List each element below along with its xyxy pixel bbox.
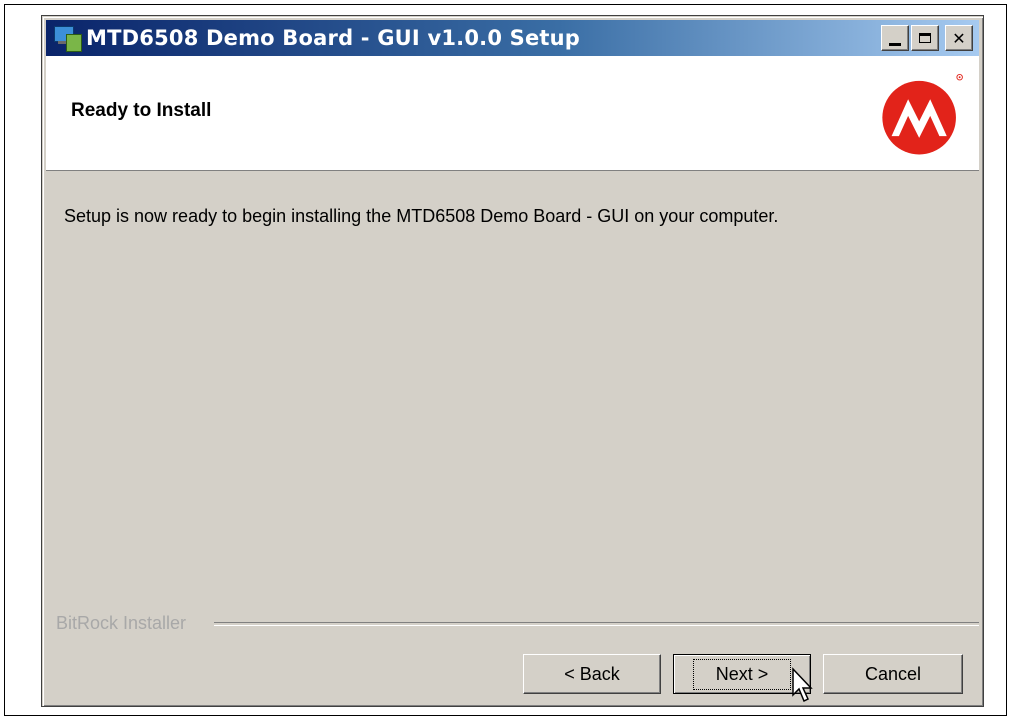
ready-message: Setup is now ready to begin installing t… <box>64 206 779 226</box>
window-title: MTD6508 Demo Board - GUI v1.0.0 Setup <box>86 26 581 50</box>
page-title: Ready to Install <box>71 100 212 121</box>
window-controls: ✕ <box>881 25 973 51</box>
maximize-icon <box>919 33 931 43</box>
close-icon: ✕ <box>952 28 966 48</box>
mouse-cursor-icon <box>792 667 813 703</box>
minimize-button[interactable] <box>881 25 909 51</box>
microchip-logo-icon <box>882 73 963 155</box>
wizard-header: Ready to Install <box>46 56 979 171</box>
installer-app-icon <box>52 24 82 52</box>
minimize-icon <box>889 42 901 46</box>
title-bar[interactable]: MTD6508 Demo Board - GUI v1.0.0 Setup ✕ <box>46 20 979 56</box>
maximize-button[interactable] <box>911 25 939 51</box>
cancel-button[interactable]: Cancel <box>823 654 963 694</box>
setup-window: MTD6508 Demo Board - GUI v1.0.0 Setup ✕ … <box>41 15 984 707</box>
footer-divider <box>214 622 979 626</box>
close-button[interactable]: ✕ <box>945 25 973 51</box>
back-button[interactable]: < Back <box>523 654 661 694</box>
installer-brand-label: BitRock Installer <box>56 613 193 634</box>
next-button-label: Next > <box>692 658 792 690</box>
